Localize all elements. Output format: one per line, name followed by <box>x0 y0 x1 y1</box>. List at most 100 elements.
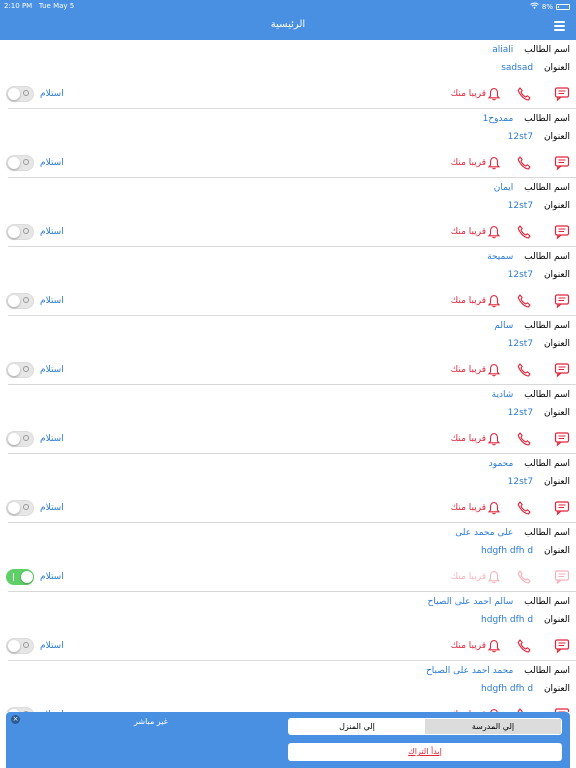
phone-icon[interactable] <box>516 224 532 240</box>
near-you-button[interactable]: قريبا منك <box>451 227 486 237</box>
student-actions: قريبا منك استلام <box>6 362 570 378</box>
phone-icon[interactable] <box>516 500 532 516</box>
receive-toggle[interactable] <box>6 224 34 240</box>
direction-segmented-control[interactable]: إلي المنزل إلي المدرسة <box>288 718 562 735</box>
receive-label: استلام <box>40 434 64 444</box>
address-label: العنوان <box>543 270 570 280</box>
student-address: 12st7 <box>507 132 534 142</box>
message-icon[interactable] <box>554 155 570 171</box>
student-card: اسم الطالب ايمان العنوان 12st7 قريبا منك… <box>6 178 576 247</box>
student-name-label: اسم الطالب <box>524 528 570 538</box>
phone-icon[interactable] <box>516 362 532 378</box>
message-icon[interactable] <box>554 224 570 240</box>
student-address-row: العنوان 12st7 <box>508 408 570 418</box>
student-list[interactable]: اسم الطالب aliali العنوان sadsad قريبا م… <box>0 40 576 712</box>
receive-toggle[interactable] <box>6 293 34 309</box>
student-name-label: اسم الطالب <box>524 666 570 676</box>
message-icon[interactable] <box>554 638 570 654</box>
message-icon[interactable] <box>554 293 570 309</box>
student-actions: قريبا منك استلام <box>6 224 570 240</box>
student-name: سميحة <box>487 252 514 262</box>
receive-toggle[interactable] <box>6 638 34 654</box>
student-card: اسم الطالب سالم احمد على الصباح العنوان … <box>6 592 576 661</box>
battery-percent: 8% <box>541 2 553 11</box>
address-label: العنوان <box>543 477 570 487</box>
close-icon[interactable]: × <box>11 715 20 724</box>
bell-icon[interactable] <box>486 500 502 516</box>
bell-icon[interactable] <box>486 638 502 654</box>
student-name: محمود <box>488 459 514 469</box>
address-label: العنوان <box>543 63 570 73</box>
student-card: اسم الطالب سالم العنوان 12st7 قريبا منك … <box>6 316 576 385</box>
student-name-row: اسم الطالب aliali <box>492 45 570 55</box>
message-icon[interactable] <box>554 431 570 447</box>
phone-icon[interactable] <box>516 431 532 447</box>
status-time: 2:10 PM Tue May 5 <box>4 2 75 10</box>
student-address: 12st7 <box>507 339 534 349</box>
near-you-button[interactable]: قريبا منك <box>451 365 486 375</box>
student-name-label: اسم الطالب <box>524 597 570 607</box>
segment-to-school[interactable]: إلي المدرسة <box>425 719 561 734</box>
address-label: العنوان <box>543 132 570 142</box>
phone-icon[interactable] <box>516 569 532 585</box>
phone-icon[interactable] <box>516 638 532 654</box>
student-actions: قريبا منك استلام <box>6 293 570 309</box>
receive-label: استلام <box>40 572 64 582</box>
student-card: اسم الطالب ممدوح1 العنوان 12st7 قريبا من… <box>6 109 576 178</box>
near-you-button[interactable]: قريبا منك <box>451 89 486 99</box>
bell-icon[interactable] <box>486 569 502 585</box>
near-you-button[interactable]: قريبا منك <box>451 158 486 168</box>
phone-icon[interactable] <box>516 293 532 309</box>
receive-toggle[interactable] <box>6 86 34 102</box>
receive-label: استلام <box>40 641 64 651</box>
student-address-row: العنوان 12st7 <box>508 270 570 280</box>
student-name-row: اسم الطالب سالم احمد على الصباح <box>428 597 570 607</box>
receive-toggle[interactable] <box>6 500 34 516</box>
bell-icon[interactable] <box>486 86 502 102</box>
student-address-row: العنوان 12st7 <box>508 339 570 349</box>
start-tracking-button[interactable]: إبدأ التراك <box>288 743 562 761</box>
receive-toggle[interactable] <box>6 155 34 171</box>
receive-toggle[interactable] <box>6 431 34 447</box>
message-icon[interactable] <box>554 569 570 585</box>
student-name: سالم <box>494 321 514 331</box>
phone-icon[interactable] <box>516 155 532 171</box>
student-address: hdgfh dfh d <box>481 684 534 694</box>
segment-to-home[interactable]: إلي المنزل <box>289 719 425 734</box>
student-actions: قريبا منك استلام <box>6 500 570 516</box>
student-name: aliali <box>492 45 514 55</box>
receive-toggle[interactable] <box>6 362 34 378</box>
message-icon[interactable] <box>554 86 570 102</box>
student-name-label: اسم الطالب <box>524 183 570 193</box>
student-name-row: اسم الطالب شادية <box>492 390 570 400</box>
student-name-row: اسم الطالب محمود <box>489 459 570 469</box>
student-card: اسم الطالب محمد احمد على الصباح العنوان … <box>6 661 576 712</box>
near-you-button[interactable]: قريبا منك <box>451 572 486 582</box>
bell-icon[interactable] <box>486 431 502 447</box>
phone-icon[interactable] <box>516 86 532 102</box>
near-you-button[interactable]: قريبا منك <box>451 503 486 513</box>
student-name-row: اسم الطالب محمد احمد على الصباح <box>426 666 570 676</box>
receive-toggle[interactable] <box>6 569 34 585</box>
near-you-button[interactable]: قريبا منك <box>451 296 486 306</box>
near-you-button[interactable]: قريبا منك <box>451 641 486 651</box>
menu-icon[interactable] <box>554 21 565 31</box>
student-name: ايمان <box>493 183 514 193</box>
student-address: 12st7 <box>507 270 534 280</box>
near-you-button[interactable]: قريبا منك <box>451 434 486 444</box>
student-name: محمد احمد على الصباح <box>425 666 514 676</box>
message-icon[interactable] <box>554 362 570 378</box>
message-icon[interactable] <box>554 500 570 516</box>
bell-icon[interactable] <box>486 224 502 240</box>
page-title: الرئيسية <box>270 19 306 30</box>
student-name-row: اسم الطالب سالم <box>494 321 570 331</box>
receive-label: استلام <box>40 227 64 237</box>
student-card: اسم الطالب سميحة العنوان 12st7 قريبا منك… <box>6 247 576 316</box>
receive-label: استلام <box>40 503 64 513</box>
bell-icon[interactable] <box>486 293 502 309</box>
bell-icon[interactable] <box>486 155 502 171</box>
bell-icon[interactable] <box>486 362 502 378</box>
student-name-row: اسم الطالب ايمان <box>494 183 570 193</box>
student-card: اسم الطالب على محمد على العنوان hdgfh df… <box>6 523 576 592</box>
tracking-panel: × غير مباشر إلي المنزل إلي المدرسة إبدأ … <box>6 712 570 768</box>
